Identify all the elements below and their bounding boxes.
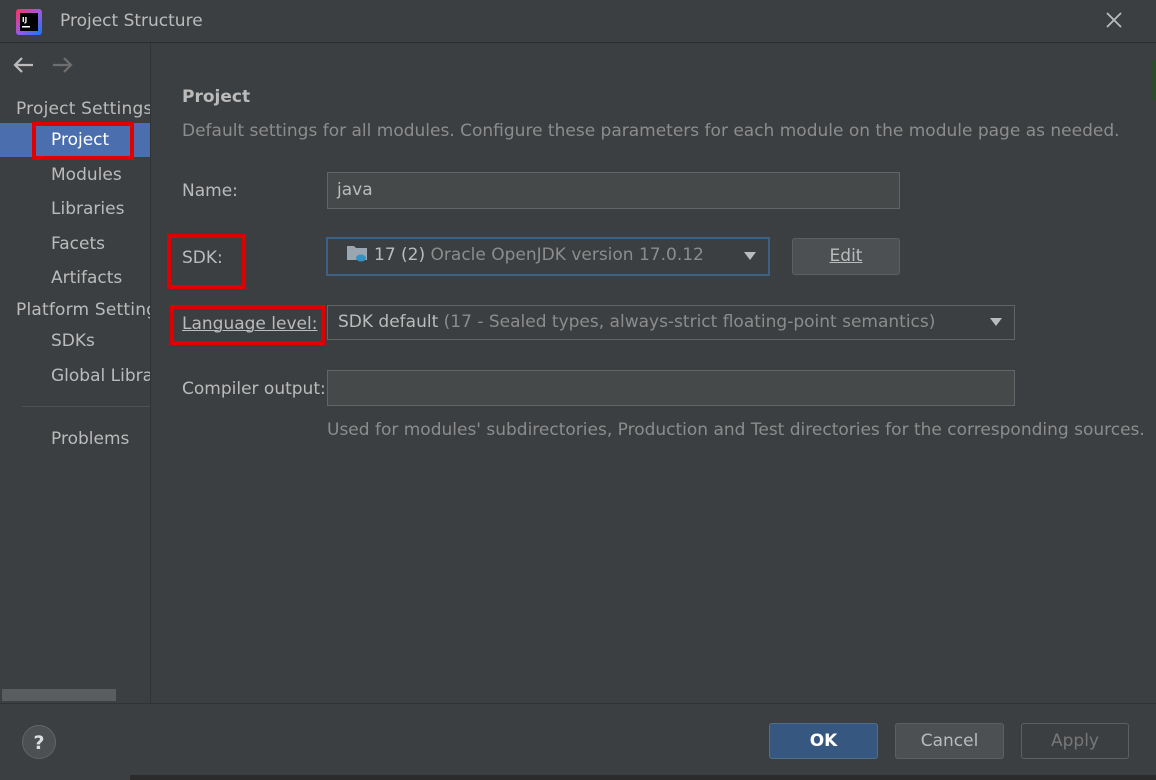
- sdk-dropdown[interactable]: 17 (2) Oracle OpenJDK version 17.0.12: [326, 237, 770, 276]
- window-right-edge: [1152, 60, 1156, 100]
- chevron-down-icon: [990, 318, 1002, 326]
- compiler-output-input[interactable]: [327, 370, 1015, 406]
- forward-arrow-icon[interactable]: [51, 55, 75, 75]
- language-level-dropdown[interactable]: SDK default (17 - Sealed types, always-s…: [327, 305, 1015, 340]
- ok-button[interactable]: OK: [769, 723, 878, 759]
- compiler-output-hint: Used for modules' subdirectories, Produc…: [327, 420, 1145, 440]
- dialog-footer: ? OK Cancel Apply: [0, 703, 1156, 780]
- sidebar: Project Settings Project Modules Librari…: [0, 43, 151, 703]
- help-icon[interactable]: ?: [22, 725, 56, 759]
- back-arrow-icon[interactable]: [11, 55, 35, 75]
- sidebar-item-problems[interactable]: Problems: [0, 422, 150, 456]
- svg-text:IJ: IJ: [22, 16, 27, 24]
- language-level-label: Language level:: [182, 314, 318, 334]
- compiler-output-label: Compiler output:: [182, 379, 326, 399]
- cancel-button[interactable]: Cancel: [895, 723, 1004, 759]
- folder-jdk-icon: [347, 246, 367, 262]
- name-label: Name:: [182, 181, 238, 201]
- window-title: Project Structure: [60, 11, 203, 31]
- sidebar-item-facets[interactable]: Facets: [0, 227, 150, 261]
- page-description: Default settings for all modules. Config…: [182, 121, 1120, 141]
- sdk-label: SDK:: [182, 248, 223, 268]
- intellij-logo-icon: IJ: [16, 9, 42, 35]
- project-settings-panel: Project Default settings for all modules…: [151, 43, 1156, 703]
- sidebar-item-artifacts[interactable]: Artifacts: [0, 261, 150, 295]
- close-icon[interactable]: [1102, 8, 1126, 32]
- sidebar-scrollbar[interactable]: [2, 689, 116, 701]
- page-title: Project: [182, 87, 251, 107]
- chevron-down-icon: [744, 252, 756, 260]
- sidebar-item-sdks[interactable]: SDKs: [0, 324, 150, 358]
- sidebar-item-global-libraries[interactable]: Global Libraries: [0, 359, 150, 393]
- sidebar-item-project[interactable]: Project: [0, 123, 150, 157]
- title-bar: IJ Project Structure: [0, 0, 1156, 43]
- sidebar-divider: [22, 406, 150, 407]
- project-settings-header: Project Settings: [16, 99, 151, 119]
- sidebar-item-libraries[interactable]: Libraries: [0, 192, 150, 226]
- name-input[interactable]: java: [327, 172, 900, 209]
- edit-sdk-button[interactable]: Edit: [792, 238, 900, 275]
- apply-button[interactable]: Apply: [1021, 723, 1129, 759]
- platform-settings-header: Platform Settings: [16, 300, 150, 320]
- window-bottom-edge: [130, 775, 1156, 780]
- sidebar-item-modules[interactable]: Modules: [0, 158, 150, 192]
